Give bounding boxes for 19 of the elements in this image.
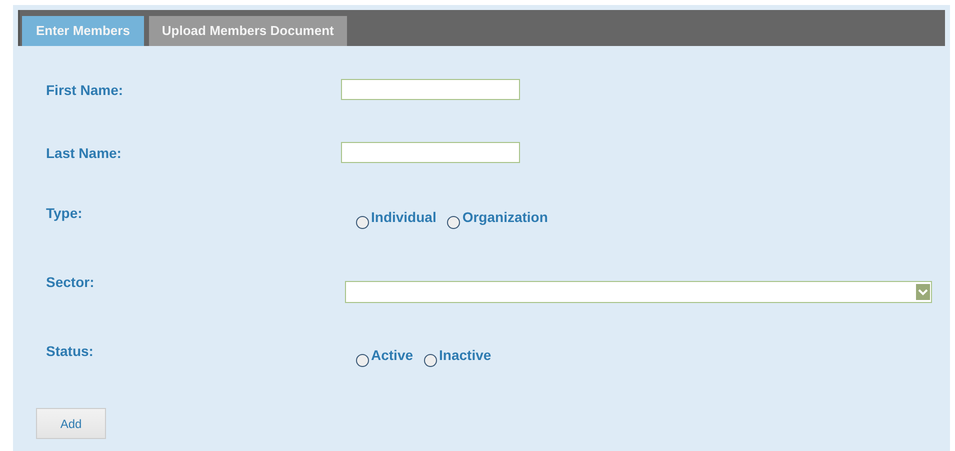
radio-label[interactable]: Inactive bbox=[439, 347, 492, 363]
radio-button[interactable] bbox=[447, 216, 460, 229]
radio-button[interactable] bbox=[424, 354, 438, 367]
field-label: Status: bbox=[46, 343, 94, 359]
radio-button[interactable] bbox=[356, 354, 369, 367]
field-label: Sector: bbox=[46, 274, 96, 290]
tab[interactable]: Upload Members Document bbox=[148, 16, 347, 46]
dropdown-field[interactable] bbox=[345, 281, 932, 303]
radio-button[interactable] bbox=[356, 216, 369, 229]
field-label: Type: bbox=[46, 205, 84, 221]
radio-label[interactable]: Organization bbox=[462, 209, 548, 225]
input-field[interactable] bbox=[341, 142, 520, 163]
input-field[interactable] bbox=[341, 79, 520, 100]
add-button[interactable]: Add bbox=[36, 408, 106, 439]
tab[interactable]: Enter Members bbox=[22, 16, 144, 46]
field-label: First Name: bbox=[46, 82, 124, 98]
radio-label[interactable]: Active bbox=[371, 347, 414, 363]
field-label: Last Name: bbox=[46, 144, 122, 160]
radio-label[interactable]: Individual bbox=[371, 209, 436, 225]
